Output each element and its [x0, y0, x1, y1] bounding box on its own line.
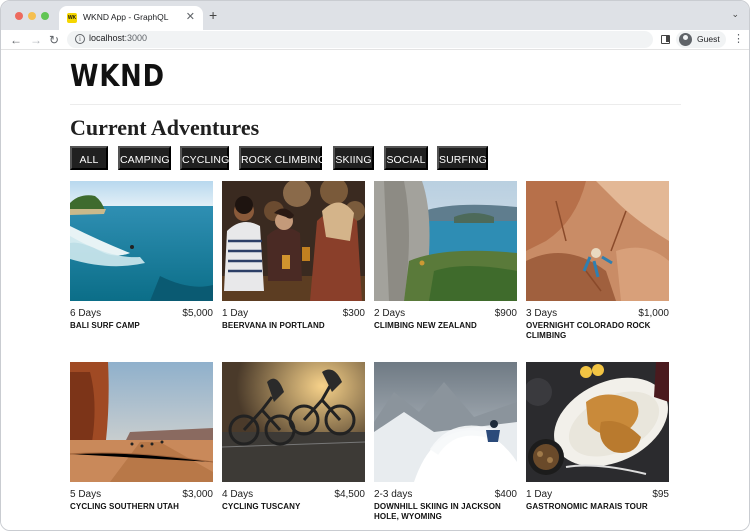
- adventure-price: $400: [494, 489, 517, 500]
- road-cyclists-sunset-image[interactable]: [222, 362, 365, 482]
- site-info-icon[interactable]: i: [75, 34, 85, 44]
- close-window-button[interactable]: [15, 12, 23, 20]
- adventure-duration: 3 Days: [526, 308, 558, 319]
- url-host: localhost: [89, 33, 125, 43]
- adventure-duration: 6 Days: [70, 308, 102, 319]
- adventure-duration: 1 Day: [526, 489, 553, 500]
- adventure-title[interactable]: OVERNIGHT COLORADO ROCK CLIMBING: [526, 321, 669, 341]
- adventure-duration: 2-3 days: [374, 489, 413, 500]
- browser-tab[interactable]: WK WKND App - GraphQL ✕: [59, 6, 203, 30]
- minimize-window-button[interactable]: [28, 12, 36, 20]
- new-tab-button[interactable]: +: [209, 8, 217, 22]
- roast-chicken-platter-image[interactable]: [526, 362, 669, 482]
- surf-ocean-image[interactable]: [70, 181, 213, 301]
- filter-skiing-button[interactable]: SKIING: [333, 146, 374, 170]
- adventure-title[interactable]: BALI SURF CAMP: [70, 321, 213, 331]
- adventure-price: $1,000: [638, 308, 669, 319]
- filter-camping-button[interactable]: CAMPING: [118, 146, 171, 170]
- adventure-title[interactable]: DOWNHILL SKIING IN JACKSON HOLE, WYOMING: [374, 502, 517, 522]
- adventure-card[interactable]: 2 Days $900 CLIMBING NEW ZEALAND: [374, 181, 517, 341]
- side-panel-icon[interactable]: [661, 35, 670, 44]
- avatar-icon: [679, 33, 692, 46]
- profile-button[interactable]: Guest: [676, 31, 726, 48]
- adventure-card[interactable]: 1 Day $95 GASTRONOMIC MARAIS TOUR: [526, 362, 669, 527]
- adventure-card[interactable]: 2-3 days $400 DOWNHILL SKIING IN JACKSON…: [374, 362, 517, 527]
- forward-arrow-icon[interactable]: →: [30, 32, 42, 48]
- brewery-friends-image[interactable]: [222, 181, 365, 301]
- adventure-title[interactable]: BEERVANA IN PORTLAND: [222, 321, 365, 331]
- adventure-card[interactable]: 6 Days $5,000 BALI SURF CAMP: [70, 181, 213, 341]
- adventure-title[interactable]: CYCLING SOUTHERN UTAH: [70, 502, 213, 512]
- tab-title: WKND App - GraphQL: [83, 12, 169, 22]
- red-rock-climber-image[interactable]: [526, 181, 669, 301]
- adventure-card[interactable]: 3 Days $1,000 OVERNIGHT COLORADO ROCK CL…: [526, 181, 669, 341]
- address-bar[interactable]: i localhost:3000: [67, 31, 653, 48]
- filter-surfing-button[interactable]: SURFING: [437, 146, 488, 170]
- back-arrow-icon[interactable]: ←: [10, 32, 22, 48]
- adventure-price: $3,000: [182, 489, 213, 500]
- header-divider: [70, 104, 681, 105]
- profile-label: Guest: [697, 34, 720, 44]
- adventure-duration: 2 Days: [374, 308, 406, 319]
- adventure-price: $5,000: [182, 308, 213, 319]
- adventure-title[interactable]: CLIMBING NEW ZEALAND: [374, 321, 517, 331]
- filter-social-button[interactable]: SOCIAL: [384, 146, 428, 170]
- browser-toolbar: ← → ↻ i localhost:3000 Guest ⋮: [1, 30, 749, 50]
- adventure-card[interactable]: 4 Days $4,500 CYCLING TUSCANY: [222, 362, 365, 527]
- adventure-title[interactable]: GASTRONOMIC MARAIS TOUR: [526, 502, 669, 512]
- page-title: Current Adventures: [70, 115, 260, 140]
- adventure-title[interactable]: CYCLING TUSCANY: [222, 502, 365, 512]
- filter-cycling-button[interactable]: CYCLING: [180, 146, 229, 170]
- reload-icon[interactable]: ↻: [49, 32, 59, 48]
- adventure-price: $900: [494, 308, 517, 319]
- adventure-card[interactable]: 1 Day $300 BEERVANA IN PORTLAND: [222, 181, 365, 341]
- cliff-climber-image[interactable]: [374, 181, 517, 301]
- adventure-duration: 5 Days: [70, 489, 102, 500]
- tab-search-chevron-icon[interactable]: ⌄: [731, 9, 739, 20]
- url-port: :3000: [124, 33, 148, 43]
- web-page: WKND Current Adventures ALL CAMPING CYCL…: [1, 51, 749, 530]
- tab-strip: WK WKND App - GraphQL ✕ + ⌄: [1, 1, 749, 30]
- adventure-card[interactable]: 5 Days $3,000 CYCLING SOUTHERN UTAH: [70, 362, 213, 527]
- filter-all-button[interactable]: ALL: [70, 146, 108, 170]
- filter-rock-climbing-button[interactable]: ROCK CLIMBING: [239, 146, 326, 170]
- adventure-price: $95: [652, 489, 669, 500]
- desert-road-cyclists-image[interactable]: [70, 362, 213, 482]
- url-text: localhost:3000: [89, 33, 147, 43]
- wknd-logo[interactable]: WKND: [70, 59, 165, 94]
- browser-window: WK WKND App - GraphQL ✕ + ⌄ ← → ↻ i loca…: [0, 0, 750, 531]
- more-menu-icon[interactable]: ⋮: [733, 32, 744, 45]
- wknd-favicon-icon: WK: [67, 13, 77, 23]
- close-tab-icon[interactable]: ✕: [186, 10, 195, 23]
- powder-skier-image[interactable]: [374, 362, 517, 482]
- adventure-price: $300: [342, 308, 365, 319]
- adventure-price: $4,500: [334, 489, 365, 500]
- adventure-duration: 4 Days: [222, 489, 254, 500]
- adventure-duration: 1 Day: [222, 308, 249, 319]
- maximize-window-button[interactable]: [41, 12, 49, 20]
